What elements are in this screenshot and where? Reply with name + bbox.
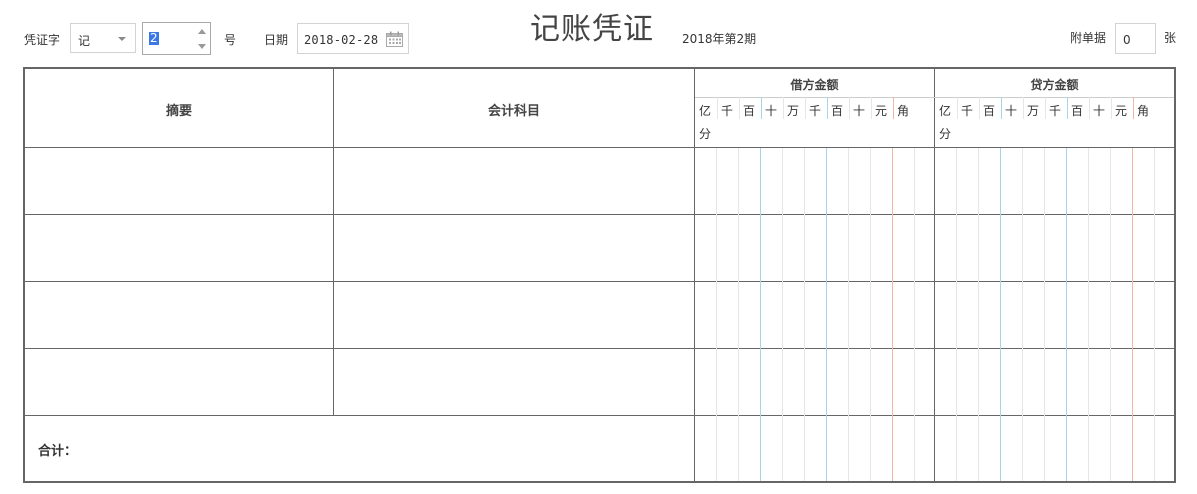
debit-unit-label: 分 xyxy=(699,127,712,141)
credit-grid-line xyxy=(1022,148,1023,481)
credit-grid-line xyxy=(1000,148,1001,481)
debit-unit-label: 角 xyxy=(897,104,910,118)
debit-unit-divider xyxy=(827,97,828,119)
number-suffix-label: 号 xyxy=(224,33,237,47)
debit-unit-divider xyxy=(717,97,718,119)
debit-amount-grid[interactable] xyxy=(695,148,934,481)
credit-unit-divider xyxy=(979,97,980,119)
debit-unit-label: 千 xyxy=(809,104,822,118)
summary-cell[interactable] xyxy=(25,282,333,348)
debit-unit-label: 元 xyxy=(875,104,888,118)
column-header-summary: 摘要 xyxy=(165,104,192,119)
voucher-word-select[interactable]: 记 xyxy=(70,23,136,53)
credit-unit-label: 角 xyxy=(1137,104,1150,118)
credit-unit-label: 千 xyxy=(961,104,974,118)
debit-unit-label: 百 xyxy=(743,104,756,118)
debit-unit-divider xyxy=(739,97,740,119)
credit-unit-label: 千 xyxy=(1049,104,1062,118)
date-field[interactable]: 2018-02-28 xyxy=(297,23,409,54)
summary-cell[interactable] xyxy=(25,349,333,415)
credit-grid-line xyxy=(956,148,957,481)
credit-grid-line xyxy=(1132,148,1133,481)
attach-unit-label: 张 xyxy=(1164,31,1177,45)
credit-unit-label: 百 xyxy=(1071,104,1084,118)
date-value: 2018-02-28 xyxy=(304,33,379,47)
debit-grid-line xyxy=(914,148,915,481)
debit-grid-line xyxy=(738,148,739,481)
debit-unit-label: 千 xyxy=(721,104,734,118)
credit-unit-label: 百 xyxy=(983,104,996,118)
credit-unit-divider xyxy=(1089,97,1090,119)
account-cell[interactable] xyxy=(334,215,694,281)
voucher-word-value: 记 xyxy=(78,34,91,48)
spinner-up-icon[interactable] xyxy=(198,29,206,34)
credit-unit-divider xyxy=(1111,97,1112,119)
credit-unit-label: 元 xyxy=(1115,104,1128,118)
credit-amount-grid[interactable] xyxy=(935,148,1174,481)
credit-unit-divider xyxy=(1045,97,1046,119)
debit-unit-label: 百 xyxy=(831,104,844,118)
debit-grid-line xyxy=(782,148,783,481)
credit-unit-divider xyxy=(1133,97,1134,119)
credit-unit-divider xyxy=(1067,97,1068,119)
debit-grid-line xyxy=(760,148,761,481)
credit-grid-line xyxy=(1154,148,1155,481)
total-label: 合计： xyxy=(38,444,78,459)
debit-unit-divider xyxy=(893,97,894,119)
voucher-table: 摘要 会计科目 借方金额 贷方金额 亿千百十万千百十元角分 亿千百十万千百十元角… xyxy=(23,67,1176,483)
credit-unit-label: 十 xyxy=(1005,104,1018,118)
chevron-down-icon xyxy=(118,37,126,41)
credit-grid-line xyxy=(1088,148,1089,481)
credit-unit-divider xyxy=(1001,97,1002,119)
account-cell[interactable] xyxy=(334,282,694,348)
attach-count-input[interactable]: 0 xyxy=(1115,23,1156,54)
debit-grid-line xyxy=(848,148,849,481)
debit-unit-label: 万 xyxy=(787,104,800,118)
debit-unit-divider xyxy=(761,97,762,119)
debit-unit-divider xyxy=(783,97,784,119)
debit-grid-line xyxy=(716,148,717,481)
account-cell[interactable] xyxy=(334,148,694,214)
credit-unit-label: 亿 xyxy=(939,104,952,118)
summary-cell[interactable] xyxy=(25,215,333,281)
voucher-number-stepper[interactable]: 2 xyxy=(142,22,211,55)
credit-unit-label: 万 xyxy=(1027,104,1040,118)
debit-grid-line xyxy=(804,148,805,481)
column-header-account: 会计科目 xyxy=(487,104,540,119)
credit-grid-line xyxy=(1044,148,1045,481)
voucher-number-value: 2 xyxy=(149,31,159,45)
credit-unit-divider xyxy=(1023,97,1024,119)
date-label: 日期 xyxy=(264,33,289,47)
attach-label: 附单据 xyxy=(1070,31,1107,45)
debit-unit-label: 亿 xyxy=(699,104,712,118)
calendar-icon[interactable] xyxy=(386,31,403,47)
debit-unit-label: 十 xyxy=(765,104,778,118)
amount-header-divider xyxy=(695,97,1174,98)
account-cell[interactable] xyxy=(334,349,694,415)
summary-cell[interactable] xyxy=(25,148,333,214)
credit-unit-labels: 亿千百十万千百十元角分 xyxy=(935,97,1174,146)
debit-unit-label: 十 xyxy=(853,104,866,118)
credit-grid-line xyxy=(1066,148,1067,481)
credit-unit-divider xyxy=(957,97,958,119)
credit-unit-label: 分 xyxy=(939,127,952,141)
credit-grid-line xyxy=(1110,148,1111,481)
debit-unit-labels: 亿千百十万千百十元角分 xyxy=(695,97,934,146)
debit-unit-divider xyxy=(805,97,806,119)
debit-amount-header: 借方金额 xyxy=(790,78,839,92)
debit-unit-divider xyxy=(871,97,872,119)
debit-grid-line xyxy=(892,148,893,481)
credit-amount-header: 贷方金额 xyxy=(1030,78,1079,92)
attach-count-value: 0 xyxy=(1123,33,1131,47)
credit-grid-line xyxy=(978,148,979,481)
credit-unit-label: 十 xyxy=(1093,104,1106,118)
spinner-down-icon[interactable] xyxy=(198,44,206,49)
period-label: 2018年第2期 xyxy=(682,32,757,46)
voucher-word-label: 凭证字 xyxy=(24,33,61,47)
debit-grid-line xyxy=(870,148,871,481)
page-title: 记账凭证 xyxy=(530,12,654,47)
debit-unit-divider xyxy=(849,97,850,119)
debit-grid-line xyxy=(826,148,827,481)
